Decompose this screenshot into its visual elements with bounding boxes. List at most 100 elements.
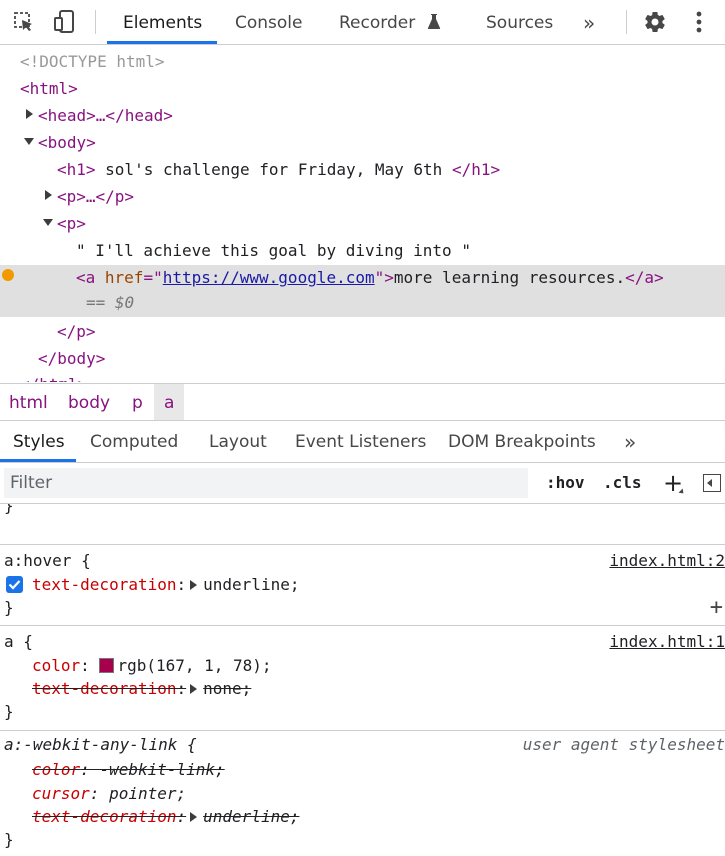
dom-tree: <!DOCTYPE html> <html> <head>…</head> <b… — [0, 45, 725, 382]
dom-h1[interactable]: <h1> sol's challenge for Friday, May 6th… — [57, 157, 500, 183]
h1-text: sol's challenge for Friday, May 6th — [95, 160, 452, 179]
collapse-arrow-icon[interactable] — [43, 219, 53, 226]
a-close-tag: </a> — [625, 268, 664, 287]
a-quote-close: "> — [374, 268, 394, 287]
a-selector[interactable]: a { — [4, 630, 33, 654]
breadcrumb-a[interactable]: a — [154, 384, 185, 420]
color-swatch[interactable] — [99, 658, 115, 673]
a-td-decl[interactable]: text-decoration: none; — [32, 677, 251, 701]
ua-source: user agent stylesheet — [522, 735, 725, 754]
dom-head-collapsed[interactable]: <head>…</head> — [38, 103, 173, 129]
tab-styles[interactable]: Styles — [13, 420, 65, 462]
rule-divider — [0, 625, 725, 626]
a-source-link[interactable]: index.html:1 — [609, 630, 725, 654]
expand-arrow-icon[interactable] — [45, 190, 52, 200]
ua-td-decl: text-decoration: underline; — [32, 807, 300, 826]
ua-cursor-prop: cursor — [32, 784, 90, 803]
a-href-attr: href — [104, 268, 144, 287]
a-color-value: rgb(167, 1, 78); — [117, 656, 272, 675]
tab-layout[interactable]: Layout — [209, 420, 267, 462]
active-tab-indicator — [107, 41, 217, 44]
dom-a-selected[interactable]: <a href="https://www.google.com">more le… — [76, 265, 664, 291]
hover-selector[interactable]: a:hover { — [4, 549, 91, 573]
dom-body-close[interactable]: </body> — [38, 346, 105, 372]
a-td-value: none; — [203, 679, 252, 698]
h1-open-tag: <h1> — [57, 160, 96, 179]
hover-decl[interactable]: text-decoration: underline; — [32, 573, 299, 597]
property-checkbox[interactable] — [6, 576, 23, 593]
styles-filter-bar: :hov .cls + — [0, 463, 725, 504]
dom-p-close[interactable]: </p> — [57, 319, 96, 345]
toolbar-separator — [626, 10, 627, 34]
new-rule-button[interactable]: + — [663, 463, 683, 503]
tab-event-listeners[interactable]: Event Listeners — [295, 420, 426, 462]
a-close: } — [4, 702, 14, 721]
rule-divider — [0, 730, 725, 731]
hover-close: } — [4, 598, 14, 617]
hover-value: underline; — [203, 575, 300, 594]
tab-recorder-label: Recorder — [339, 13, 416, 33]
ua-cursor-value: pointer; — [109, 784, 187, 803]
collapse-arrow-icon[interactable] — [24, 138, 34, 145]
element-style-close: } — [4, 504, 14, 515]
more-tabs-icon[interactable]: » — [583, 0, 595, 44]
gear-icon[interactable] — [642, 9, 668, 35]
inspect-icon[interactable] — [11, 9, 37, 35]
a-href-link[interactable]: https://www.google.com — [163, 268, 375, 287]
cls-toggle[interactable]: .cls — [603, 463, 642, 503]
dom-html-open[interactable]: <html> — [20, 76, 78, 102]
tab-sources[interactable]: Sources — [486, 0, 553, 44]
breadcrumb-p[interactable]: p — [132, 384, 143, 420]
device-toggle-icon[interactable] — [52, 9, 78, 35]
a-td-prop: text-decoration — [32, 679, 177, 698]
a-color-decl[interactable]: color: rgb(167, 1, 78); — [32, 654, 272, 678]
hover-source-link[interactable]: index.html:2 — [609, 549, 725, 573]
dom-p-open[interactable]: <p> — [57, 211, 86, 237]
active-styles-tab-indicator — [0, 459, 76, 462]
dom-p-collapsed[interactable]: <p>…</p> — [57, 184, 134, 210]
a-open-tag: <a — [76, 268, 105, 287]
expand-shorthand-icon[interactable] — [190, 684, 198, 694]
tab-elements[interactable]: Elements — [123, 0, 202, 44]
selected-marker: == $0 — [86, 293, 135, 312]
tab-console[interactable]: Console — [235, 0, 303, 44]
ua-color-decl: color: -webkit-link; — [32, 760, 225, 779]
dom-doctype[interactable]: <!DOCTYPE html> — [20, 49, 165, 75]
expand-arrow-icon[interactable] — [26, 109, 33, 119]
a-eq: =" — [143, 268, 163, 287]
expand-shorthand-icon[interactable] — [190, 580, 198, 590]
a-color-prop: color — [32, 656, 81, 675]
toggle-sidebar-icon[interactable] — [703, 474, 721, 492]
tab-recorder[interactable]: Recorder — [339, 0, 441, 44]
ua-td-prop: text-decoration — [32, 807, 177, 826]
flask-icon — [427, 2, 441, 48]
breadcrumb-html[interactable]: html — [9, 384, 48, 420]
dom-body-open[interactable]: <body> — [38, 130, 96, 156]
add-declaration-button[interactable]: + — [710, 596, 723, 620]
filter-input[interactable] — [4, 468, 528, 498]
hover-prop: text-decoration — [32, 575, 177, 594]
tab-dom-breakpoints[interactable]: DOM Breakpoints — [448, 420, 596, 462]
tab-computed[interactable]: Computed — [90, 420, 178, 462]
a-text: more learning resources. — [393, 268, 626, 287]
breadcrumb-body[interactable]: body — [68, 384, 110, 420]
ua-td-value: underline; — [203, 807, 300, 826]
ua-cursor-decl: cursor: pointer; — [32, 784, 187, 803]
hov-toggle[interactable]: :hov — [546, 463, 585, 503]
breakpoint-dot-icon — [2, 269, 14, 281]
dom-html-close[interactable]: </html> — [20, 372, 87, 382]
expand-shorthand-icon[interactable] — [190, 812, 198, 822]
dom-p-text[interactable]: " I'll achieve this goal by diving into … — [76, 238, 471, 264]
kebab-icon[interactable] — [686, 9, 712, 35]
styles-pane: } a:hover { index.html:2 text-decoration… — [0, 504, 725, 856]
ua-close: } — [4, 830, 14, 849]
more-styles-tabs-icon[interactable]: » — [624, 420, 636, 462]
ua-color-value: -webkit-link; — [99, 760, 225, 779]
breadcrumb: html body p a — [0, 383, 725, 421]
ua-selector[interactable]: a:-webkit-any-link { — [4, 733, 197, 757]
devtools-toolbar: Elements Console Recorder Sources » — [0, 0, 725, 45]
h1-close-tag: </h1> — [451, 160, 501, 179]
toolbar-separator — [95, 10, 96, 34]
ua-color-prop: color — [32, 760, 81, 779]
styles-tabbar: Styles Computed Layout Event Listeners D… — [0, 420, 725, 463]
